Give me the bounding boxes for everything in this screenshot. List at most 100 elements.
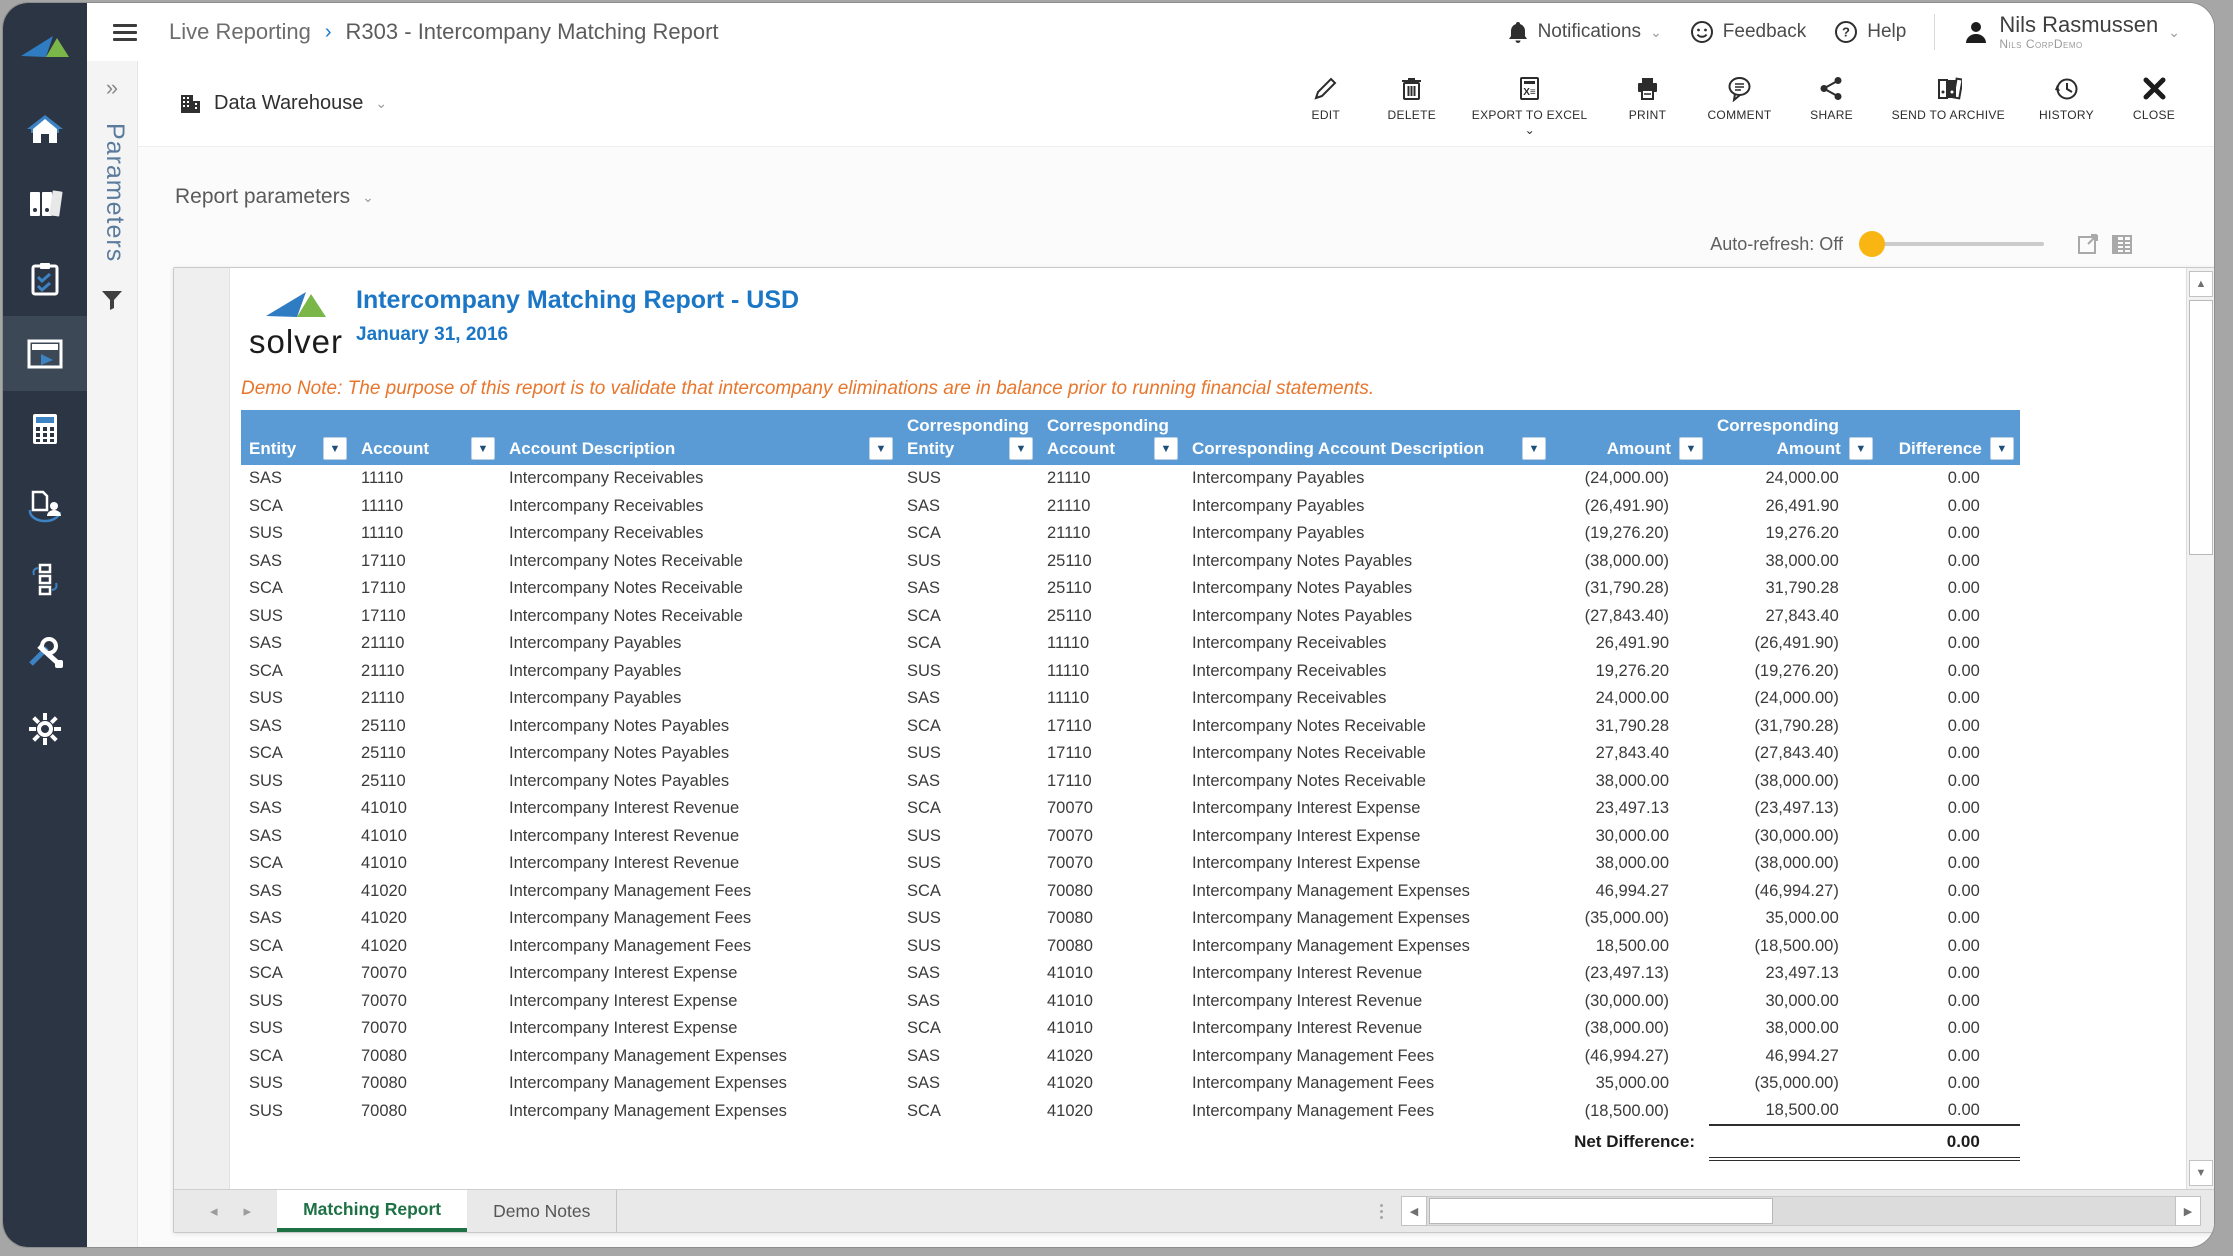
tab-splitter-handle[interactable] [1380, 1190, 1401, 1232]
filter-funnel-icon[interactable] [100, 288, 124, 312]
sidebar-item-integrations[interactable] [3, 541, 87, 616]
scroll-right-icon[interactable]: ▶ [2175, 1196, 2201, 1226]
cell-entity: SCA [249, 744, 283, 763]
cell-difference: 0.00 [1947, 496, 1980, 515]
filter-button-account-4[interactable]: ▼ [1154, 437, 1178, 460]
filter-button-amount-6[interactable]: ▼ [1679, 437, 1703, 460]
menu-hamburger-icon[interactable] [113, 20, 137, 45]
table-row: SCA 70070 Intercompany Interest Expense SAS… [241, 960, 2020, 988]
column-header-difference: Difference ▼ [1878, 410, 2020, 465]
delete-button[interactable]: EXPORT TO EXCEL DELETE [1386, 75, 1438, 122]
column-label: Amount [1776, 438, 1841, 458]
cell-amount: 23,497.13 [1595, 799, 1669, 818]
horizontal-scroll-track[interactable] [1427, 1196, 2175, 1226]
tab-matching-report[interactable]: Matching Report [277, 1190, 468, 1232]
sidebar-item-administration[interactable] [3, 616, 87, 691]
sidebar-item-user-documents[interactable] [3, 466, 87, 541]
cell-corresponding-account-description: Intercompany Notes Receivable [1192, 771, 1426, 790]
auto-refresh-control: Auto-refresh: Off [1710, 231, 2134, 257]
close-button[interactable]: CLOSE [2128, 75, 2180, 122]
table-row: SAS 25110 Intercompany Notes Payables SCA 17… [241, 713, 2020, 741]
filter-button-account-description-2[interactable]: ▼ [869, 437, 893, 460]
filter-button-amount-7[interactable]: ▼ [1848, 437, 1873, 460]
print-button[interactable]: PRINT [1621, 75, 1673, 122]
history-button[interactable]: HISTORY [2039, 75, 2094, 122]
cell-account-description: Intercompany Receivables [509, 496, 704, 515]
cell-account-description: Intercompany Interest Revenue [509, 799, 740, 818]
sheet-tab-bar: ◂ ▸ Matching Report Demo Notes ◀ ▶ [174, 1189, 2214, 1232]
cell-account-description: Intercompany Notes Payables [509, 716, 730, 735]
user-menu[interactable]: Nils Rasmussen Nils CorpDemo ⌄ [1963, 13, 2180, 50]
horizontal-scrollbar[interactable]: ◀ ▶ [1401, 1196, 2201, 1226]
svg-text:X≡: X≡ [1523, 87, 1536, 98]
cell-corresponding-account-description: Intercompany Interest Revenue [1192, 1019, 1423, 1038]
cell-account-description: Intercompany Interest Expense [509, 1019, 738, 1038]
scroll-up-icon[interactable]: ▲ [2189, 271, 2213, 297]
vertical-scroll-thumb[interactable] [2189, 300, 2213, 555]
cell-corresponding-account-description: Intercompany Management Expenses [1192, 881, 1470, 900]
cell-corresponding-account-description: Intercompany Notes Receivable [1192, 716, 1426, 735]
feedback-button[interactable]: Feedback [1690, 20, 1806, 44]
filter-button-entity-3[interactable]: ▼ [1009, 437, 1033, 460]
tasks-clipboard-icon [31, 262, 59, 295]
table-row: SAS 17110 Intercompany Notes Receivable SUS… [241, 548, 2020, 576]
sidebar-item-settings[interactable] [3, 691, 87, 766]
report-sheet: solver Intercompany Matching Report - US… [231, 268, 2186, 1189]
cell-amount: (38,000.00) [1584, 1019, 1669, 1038]
cell-account: 70080 [1047, 936, 1093, 955]
grid-view-icon[interactable] [2110, 232, 2134, 256]
sidebar-item-tasks[interactable] [3, 241, 87, 316]
expand-rail-icon[interactable]: » [87, 75, 137, 101]
notifications-button[interactable]: Notifications ⌄ [1507, 20, 1662, 44]
sidebar-item-budgeting[interactable] [3, 391, 87, 466]
filter-button-entity-0[interactable]: ▼ [323, 437, 347, 460]
data-warehouse-selector[interactable]: Data Warehouse ⌄ [178, 92, 387, 116]
cell-amount: (31,790.28) [1754, 716, 1839, 735]
matching-report-table: Entity ▼ Account ▼ Account Description ▼ Corre… [241, 410, 2020, 1161]
edit-button[interactable]: EDIT [1300, 75, 1352, 122]
table-row: SUS 11110 Intercompany Receivables SCA 21110… [241, 520, 2020, 548]
share-button[interactable]: SHARE [1806, 75, 1858, 122]
popout-icon[interactable] [2076, 232, 2100, 256]
filter-button-account-1[interactable]: ▼ [471, 437, 495, 460]
cell-entity: SCA [249, 579, 283, 598]
app-logo[interactable] [3, 3, 87, 91]
breadcrumb-section[interactable]: Live Reporting [169, 19, 311, 45]
cell-entity: SAS [249, 826, 283, 845]
vertical-scrollbar[interactable]: ▲ ▼ [2186, 268, 2214, 1189]
cell-corresponding-account-description: Intercompany Receivables [1192, 689, 1387, 708]
net-difference-label: Net Difference: [1574, 1132, 1695, 1151]
cell-amount: 27,843.40 [1765, 606, 1839, 625]
sheet-nav-right-icon[interactable]: ▸ [244, 1202, 252, 1220]
cell-amount: 18,500.00 [1765, 1101, 1839, 1120]
table-row: SUS 70070 Intercompany Interest Expense SAS… [241, 988, 2020, 1016]
tab-demo-notes[interactable]: Demo Notes [467, 1190, 618, 1232]
sheet-nav-left-icon[interactable]: ◂ [210, 1202, 218, 1220]
cell-difference: 0.00 [1947, 964, 1980, 983]
filter-button-difference-8[interactable]: ▼ [1989, 437, 2014, 460]
scroll-down-icon[interactable]: ▼ [2189, 1160, 2213, 1186]
sidebar-item-live-reporting[interactable] [3, 316, 87, 391]
sidebar-item-home[interactable] [3, 91, 87, 166]
scroll-left-icon[interactable]: ◀ [1401, 1196, 1427, 1226]
filter-button-corresponding-account-description-5[interactable]: ▼ [1522, 437, 1546, 460]
cell-amount: 26,491.90 [1765, 496, 1839, 515]
sidebar-item-archive[interactable] [3, 166, 87, 241]
comment-button[interactable]: COMMENT [1707, 75, 1771, 122]
cell-difference: 0.00 [1947, 744, 1980, 763]
table-row: SAS 41010 Intercompany Interest Revenue SUS… [241, 823, 2020, 851]
help-button[interactable]: ? Help [1834, 20, 1906, 44]
cell-amount: 23,497.13 [1765, 964, 1839, 983]
cell-account-description: Intercompany Payables [509, 661, 682, 680]
cell-account: 17110 [361, 579, 406, 598]
report-parameters-toggle[interactable]: Report parameters ⌄ [175, 185, 374, 209]
horizontal-scroll-thumb[interactable] [1429, 1198, 1774, 1224]
cell-difference: 0.00 [1947, 551, 1980, 570]
auto-refresh-toggle[interactable] [1859, 231, 2044, 257]
cell-entity: SCA [249, 496, 283, 515]
auto-refresh-knob[interactable] [1859, 231, 1885, 257]
report-viewer: solver Intercompany Matching Report - US… [173, 267, 2214, 1233]
export-to-excel-button[interactable]: X≡ EXPORT TO EXCEL ⌄ [1472, 75, 1588, 136]
send-to-archive-button[interactable]: SEND TO ARCHIVE [1892, 75, 2005, 122]
export-dropdown-chevron-icon[interactable]: ⌄ [1525, 124, 1535, 136]
